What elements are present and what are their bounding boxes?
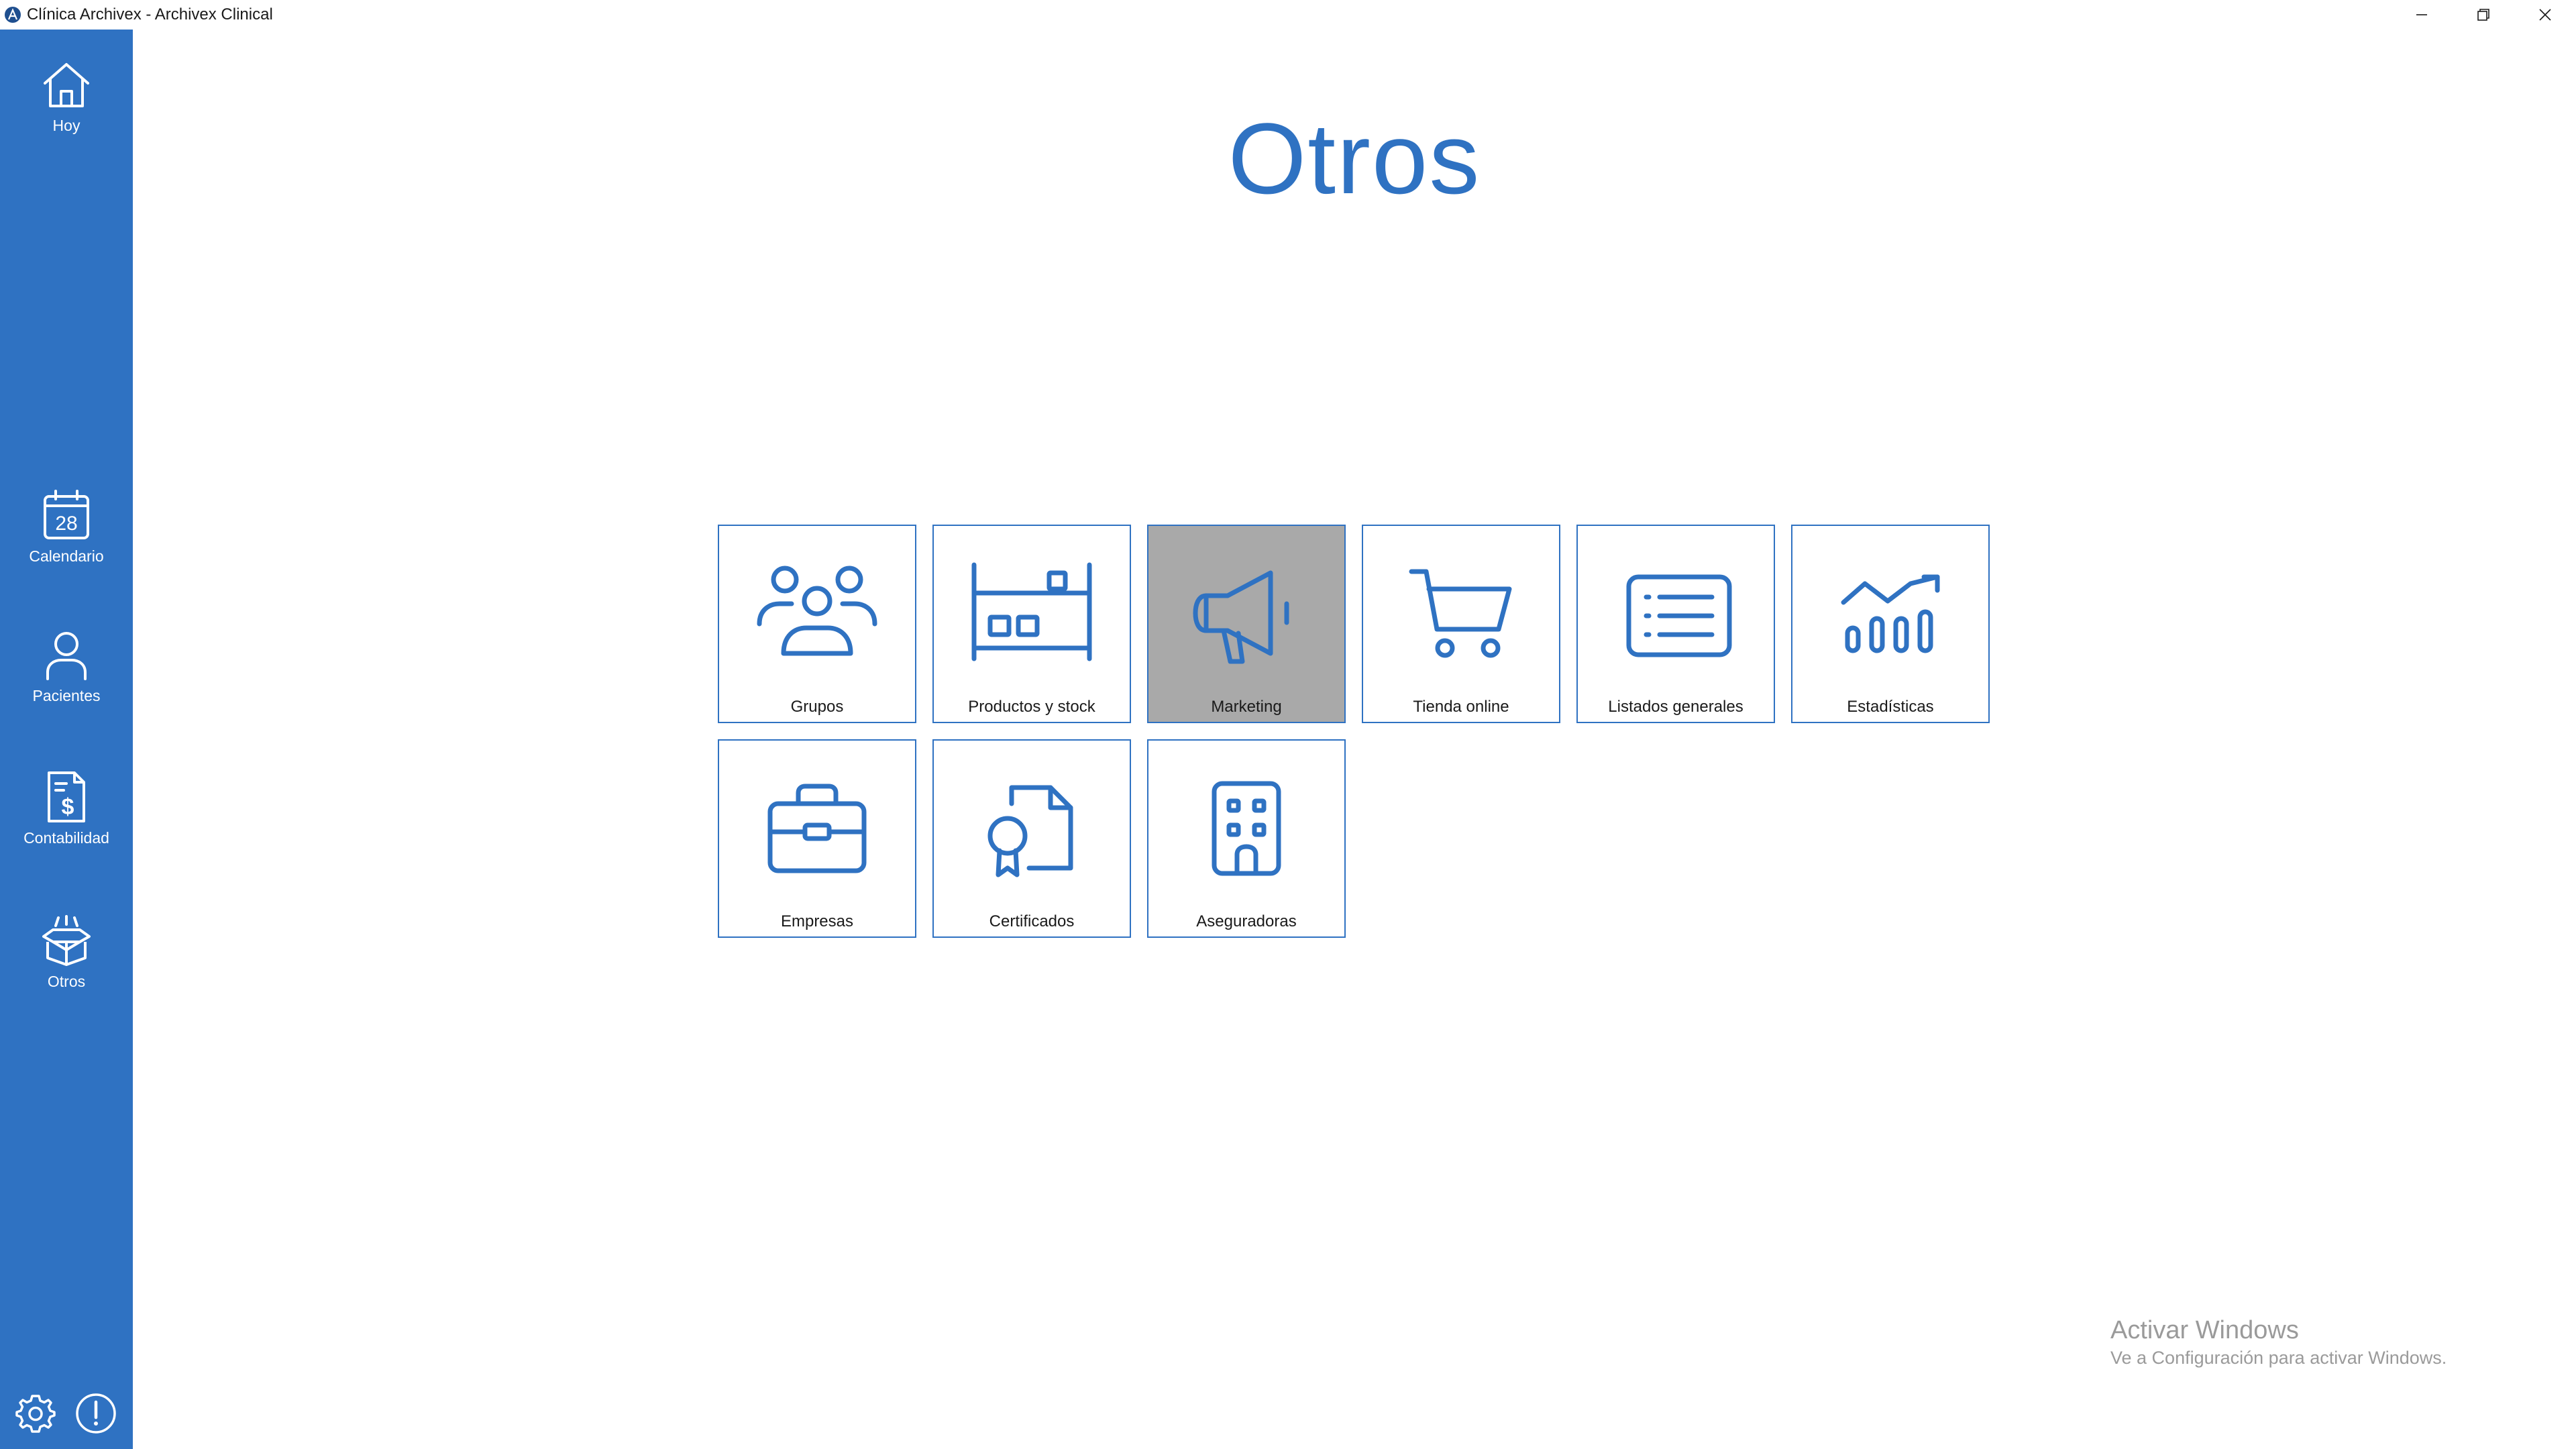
tile-marketing[interactable]: Marketing bbox=[1147, 525, 1346, 723]
sidebar-item-label: Pacientes bbox=[32, 687, 101, 704]
window-title: Clínica Archivex - Archivex Clinical bbox=[27, 5, 273, 23]
cart-icon bbox=[1409, 569, 1512, 658]
building-icon bbox=[1212, 781, 1281, 876]
open-box-icon bbox=[42, 915, 91, 966]
tile-label: Tienda online bbox=[1413, 698, 1509, 716]
tile-label: Grupos bbox=[790, 698, 844, 716]
minimize-button[interactable] bbox=[2391, 0, 2453, 30]
sidebar-item-label: Otros bbox=[47, 973, 86, 990]
tile-label: Aseguradoras bbox=[1196, 912, 1297, 930]
sidebar-item-label: Hoy bbox=[52, 117, 80, 134]
calendar-icon: 28 bbox=[44, 490, 89, 539]
tile-label: Empresas bbox=[780, 912, 854, 930]
home-icon bbox=[44, 63, 89, 107]
megaphone-icon bbox=[1193, 570, 1289, 664]
tile-estadisticas[interactable]: Estadísticas bbox=[1791, 525, 1990, 723]
activation-watermark: Activar Windows Ve a Configuración para … bbox=[2110, 1316, 2447, 1368]
sidebar-item-otros[interactable]: Otros bbox=[0, 912, 133, 991]
tile-label: Marketing bbox=[1211, 698, 1282, 716]
tile-grupos[interactable]: Grupos bbox=[718, 525, 916, 723]
tile-aseguradoras[interactable]: Aseguradoras bbox=[1147, 739, 1346, 938]
tile-tienda-online[interactable]: Tienda online bbox=[1362, 525, 1560, 723]
stats-icon bbox=[1841, 574, 1940, 653]
tile-label: Estadísticas bbox=[1847, 698, 1934, 716]
sidebar-item-contabilidad[interactable]: $ Contabilidad bbox=[0, 769, 133, 847]
tile-listados-generales[interactable]: Listados generales bbox=[1576, 525, 1775, 723]
tile-label: Productos y stock bbox=[968, 698, 1095, 716]
alert-icon bbox=[76, 1393, 116, 1434]
watermark-title: Activar Windows bbox=[2110, 1316, 2299, 1344]
restore-icon bbox=[2477, 9, 2489, 21]
watermark-subtitle: Ve a Configuración para activar Windows. bbox=[2110, 1348, 2447, 1368]
person-icon bbox=[46, 632, 87, 680]
restore-button[interactable] bbox=[2453, 0, 2514, 30]
certificate-icon bbox=[987, 785, 1073, 877]
gear-icon bbox=[15, 1395, 56, 1433]
tile-certificados[interactable]: Certificados bbox=[932, 739, 1131, 938]
tile-productos-y-stock[interactable]: Productos y stock bbox=[932, 525, 1131, 723]
list-icon bbox=[1626, 574, 1732, 657]
title-bar: Clínica Archivex - Archivex Clinical bbox=[0, 0, 2576, 30]
page-title: Otros bbox=[1228, 102, 1481, 215]
window-controls bbox=[2391, 0, 2576, 30]
app-logo-icon bbox=[3, 5, 23, 25]
sidebar: Hoy 28 Calendario Pacientes $ Contabilid… bbox=[0, 30, 133, 1449]
sidebar-item-label: Contabilidad bbox=[23, 829, 109, 847]
sidebar-item-hoy[interactable]: Hoy bbox=[0, 56, 133, 135]
settings-button[interactable] bbox=[13, 1391, 58, 1436]
group-icon bbox=[757, 566, 877, 656]
sidebar-item-calendario[interactable]: 28 Calendario bbox=[0, 487, 133, 566]
shelf-icon bbox=[971, 562, 1092, 661]
svg-text:$: $ bbox=[62, 794, 74, 820]
invoice-icon: $ bbox=[48, 771, 85, 822]
sidebar-item-pacientes[interactable]: Pacientes bbox=[0, 627, 133, 705]
tile-label: Listados generales bbox=[1608, 698, 1743, 716]
close-button[interactable] bbox=[2514, 0, 2576, 30]
tile-empresas[interactable]: Empresas bbox=[718, 739, 916, 938]
sidebar-item-label: Calendario bbox=[29, 547, 104, 565]
briefcase-icon bbox=[767, 784, 867, 873]
tile-label: Certificados bbox=[989, 912, 1075, 930]
close-icon bbox=[2539, 9, 2551, 21]
calendar-day: 28 bbox=[55, 513, 77, 535]
alert-button[interactable] bbox=[74, 1391, 118, 1436]
minimize-icon bbox=[2416, 14, 2427, 15]
